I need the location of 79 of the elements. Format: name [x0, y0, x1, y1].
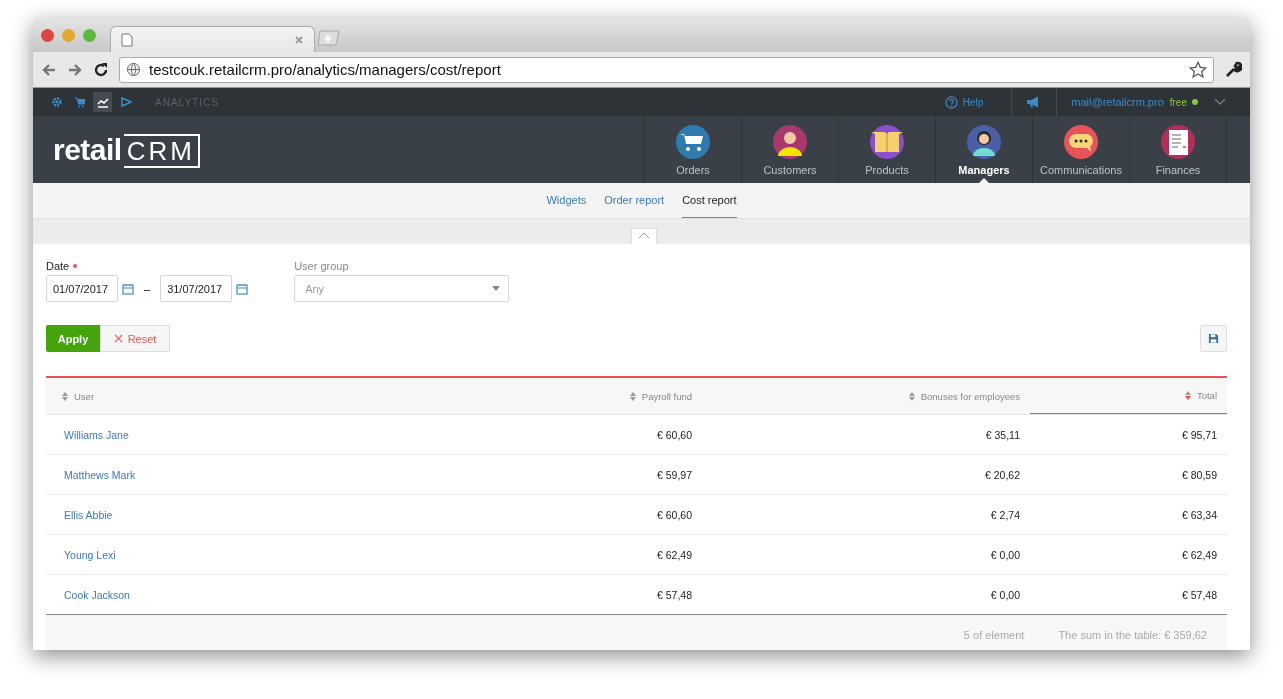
- url-text: testcouk.retailcrm.pro/analytics/managers/cost/report: [149, 61, 502, 78]
- calendar-icon[interactable]: [122, 282, 134, 295]
- element-count: 5 of element: [963, 629, 1025, 641]
- close-window-button[interactable]: [41, 28, 54, 42]
- table-cell-text: € 60,60: [655, 428, 693, 441]
- wrench-icon[interactable]: [1224, 60, 1242, 79]
- forward-icon[interactable]: [67, 61, 83, 78]
- table-cell-text: € 60,60: [655, 508, 693, 521]
- person-icon: [772, 123, 808, 160]
- table-cell-text: € 57,48: [1180, 588, 1218, 601]
- table-cell-text: € 0,00: [989, 548, 1021, 561]
- report-tab[interactable]: Widgets: [546, 183, 587, 218]
- table-cell-text: € 2,74: [989, 508, 1021, 521]
- sort-icon: [629, 391, 636, 401]
- close-icon: [113, 334, 123, 343]
- save-button[interactable]: [1200, 325, 1227, 352]
- collapse-toggle-icon[interactable]: [630, 228, 657, 244]
- chart-icon[interactable]: [93, 92, 112, 112]
- bookmark-star-icon[interactable]: [1189, 60, 1207, 79]
- nav-item[interactable]: Customers: [742, 116, 839, 183]
- zoom-window-button[interactable]: [83, 28, 96, 42]
- date-from-field[interactable]: 01/07/2017: [46, 275, 118, 302]
- user-link[interactable]: Cook Jackson: [46, 588, 140, 601]
- sort-icon: [908, 391, 915, 401]
- status-dot-icon: [1192, 99, 1198, 105]
- help-link[interactable]: Help: [944, 95, 984, 109]
- column-header[interactable]: User: [46, 378, 374, 414]
- report-tab[interactable]: Cost report: [682, 183, 737, 218]
- nav-item[interactable]: Finances: [1130, 116, 1227, 183]
- globe-icon: [126, 62, 141, 77]
- table-cell-text: € 95,71: [1180, 428, 1218, 441]
- column-header[interactable]: Bonuses for employees: [702, 378, 1030, 414]
- nav-item[interactable]: Orders: [645, 116, 742, 183]
- table-cell-text: € 59,97: [655, 468, 693, 481]
- help-icon: [944, 95, 958, 109]
- table-cell-text: € 57,48: [655, 588, 693, 601]
- user-group-label: User group: [294, 260, 350, 272]
- table-sum: The sum in the table: € 359,62: [1058, 629, 1207, 641]
- dropdown-chevron-icon[interactable]: [1214, 98, 1226, 106]
- reset-button[interactable]: Reset: [100, 325, 170, 352]
- sort-icon: [62, 391, 68, 401]
- page-icon: [121, 32, 133, 47]
- table-cell-text: € 0,00: [989, 588, 1021, 601]
- user-link[interactable]: Matthews Mark: [46, 468, 146, 481]
- sort-icon: [1184, 391, 1191, 400]
- address-field[interactable]: testcouk.retailcrm.pro/analytics/managers/cost/report: [119, 56, 1214, 83]
- date-to-field[interactable]: 31/07/2017: [160, 275, 233, 302]
- dropdown-caret-icon: [492, 286, 501, 291]
- user-link[interactable]: Williams Jane: [46, 428, 139, 441]
- chat-bubble-icon: [1063, 123, 1099, 160]
- table-cell-text: € 62,49: [655, 548, 693, 561]
- reload-icon[interactable]: [93, 61, 109, 78]
- document-icon: [1160, 123, 1196, 160]
- user-link[interactable]: Ellis Abbie: [46, 508, 123, 521]
- account-email[interactable]: mail@retailcrm.pro: [1071, 96, 1164, 108]
- box-icon: [869, 123, 905, 160]
- browser-tab[interactable]: [110, 26, 315, 52]
- table-cell-text: € 80,59: [1180, 468, 1218, 481]
- nav-item[interactable]: Communications: [1033, 116, 1130, 183]
- date-separator: –: [144, 282, 151, 295]
- user-link[interactable]: Young Lexi: [46, 548, 126, 561]
- date-label: Date: [46, 260, 70, 272]
- cart-icon: [675, 123, 711, 160]
- table-cell-text: € 35,11: [984, 428, 1021, 441]
- report-tab[interactable]: Order report: [604, 183, 665, 218]
- table-cell-text: € 62,49: [1180, 548, 1218, 561]
- person-icon: [966, 123, 1002, 160]
- back-icon[interactable]: [41, 61, 57, 78]
- new-tab-icon[interactable]: [317, 30, 341, 46]
- table-cell-text: € 20,62: [983, 468, 1021, 481]
- calendar-icon[interactable]: [236, 282, 249, 295]
- table-cell-text: € 63,34: [1180, 508, 1218, 521]
- close-tab-icon[interactable]: [294, 34, 304, 45]
- plan-label: free: [1169, 96, 1187, 108]
- column-header[interactable]: Payroll fund: [374, 378, 702, 414]
- user-group-select[interactable]: Any: [294, 275, 510, 302]
- column-header[interactable]: Total: [1030, 378, 1227, 414]
- apply-button[interactable]: Apply: [46, 325, 100, 352]
- nav-item[interactable]: Products: [839, 116, 936, 183]
